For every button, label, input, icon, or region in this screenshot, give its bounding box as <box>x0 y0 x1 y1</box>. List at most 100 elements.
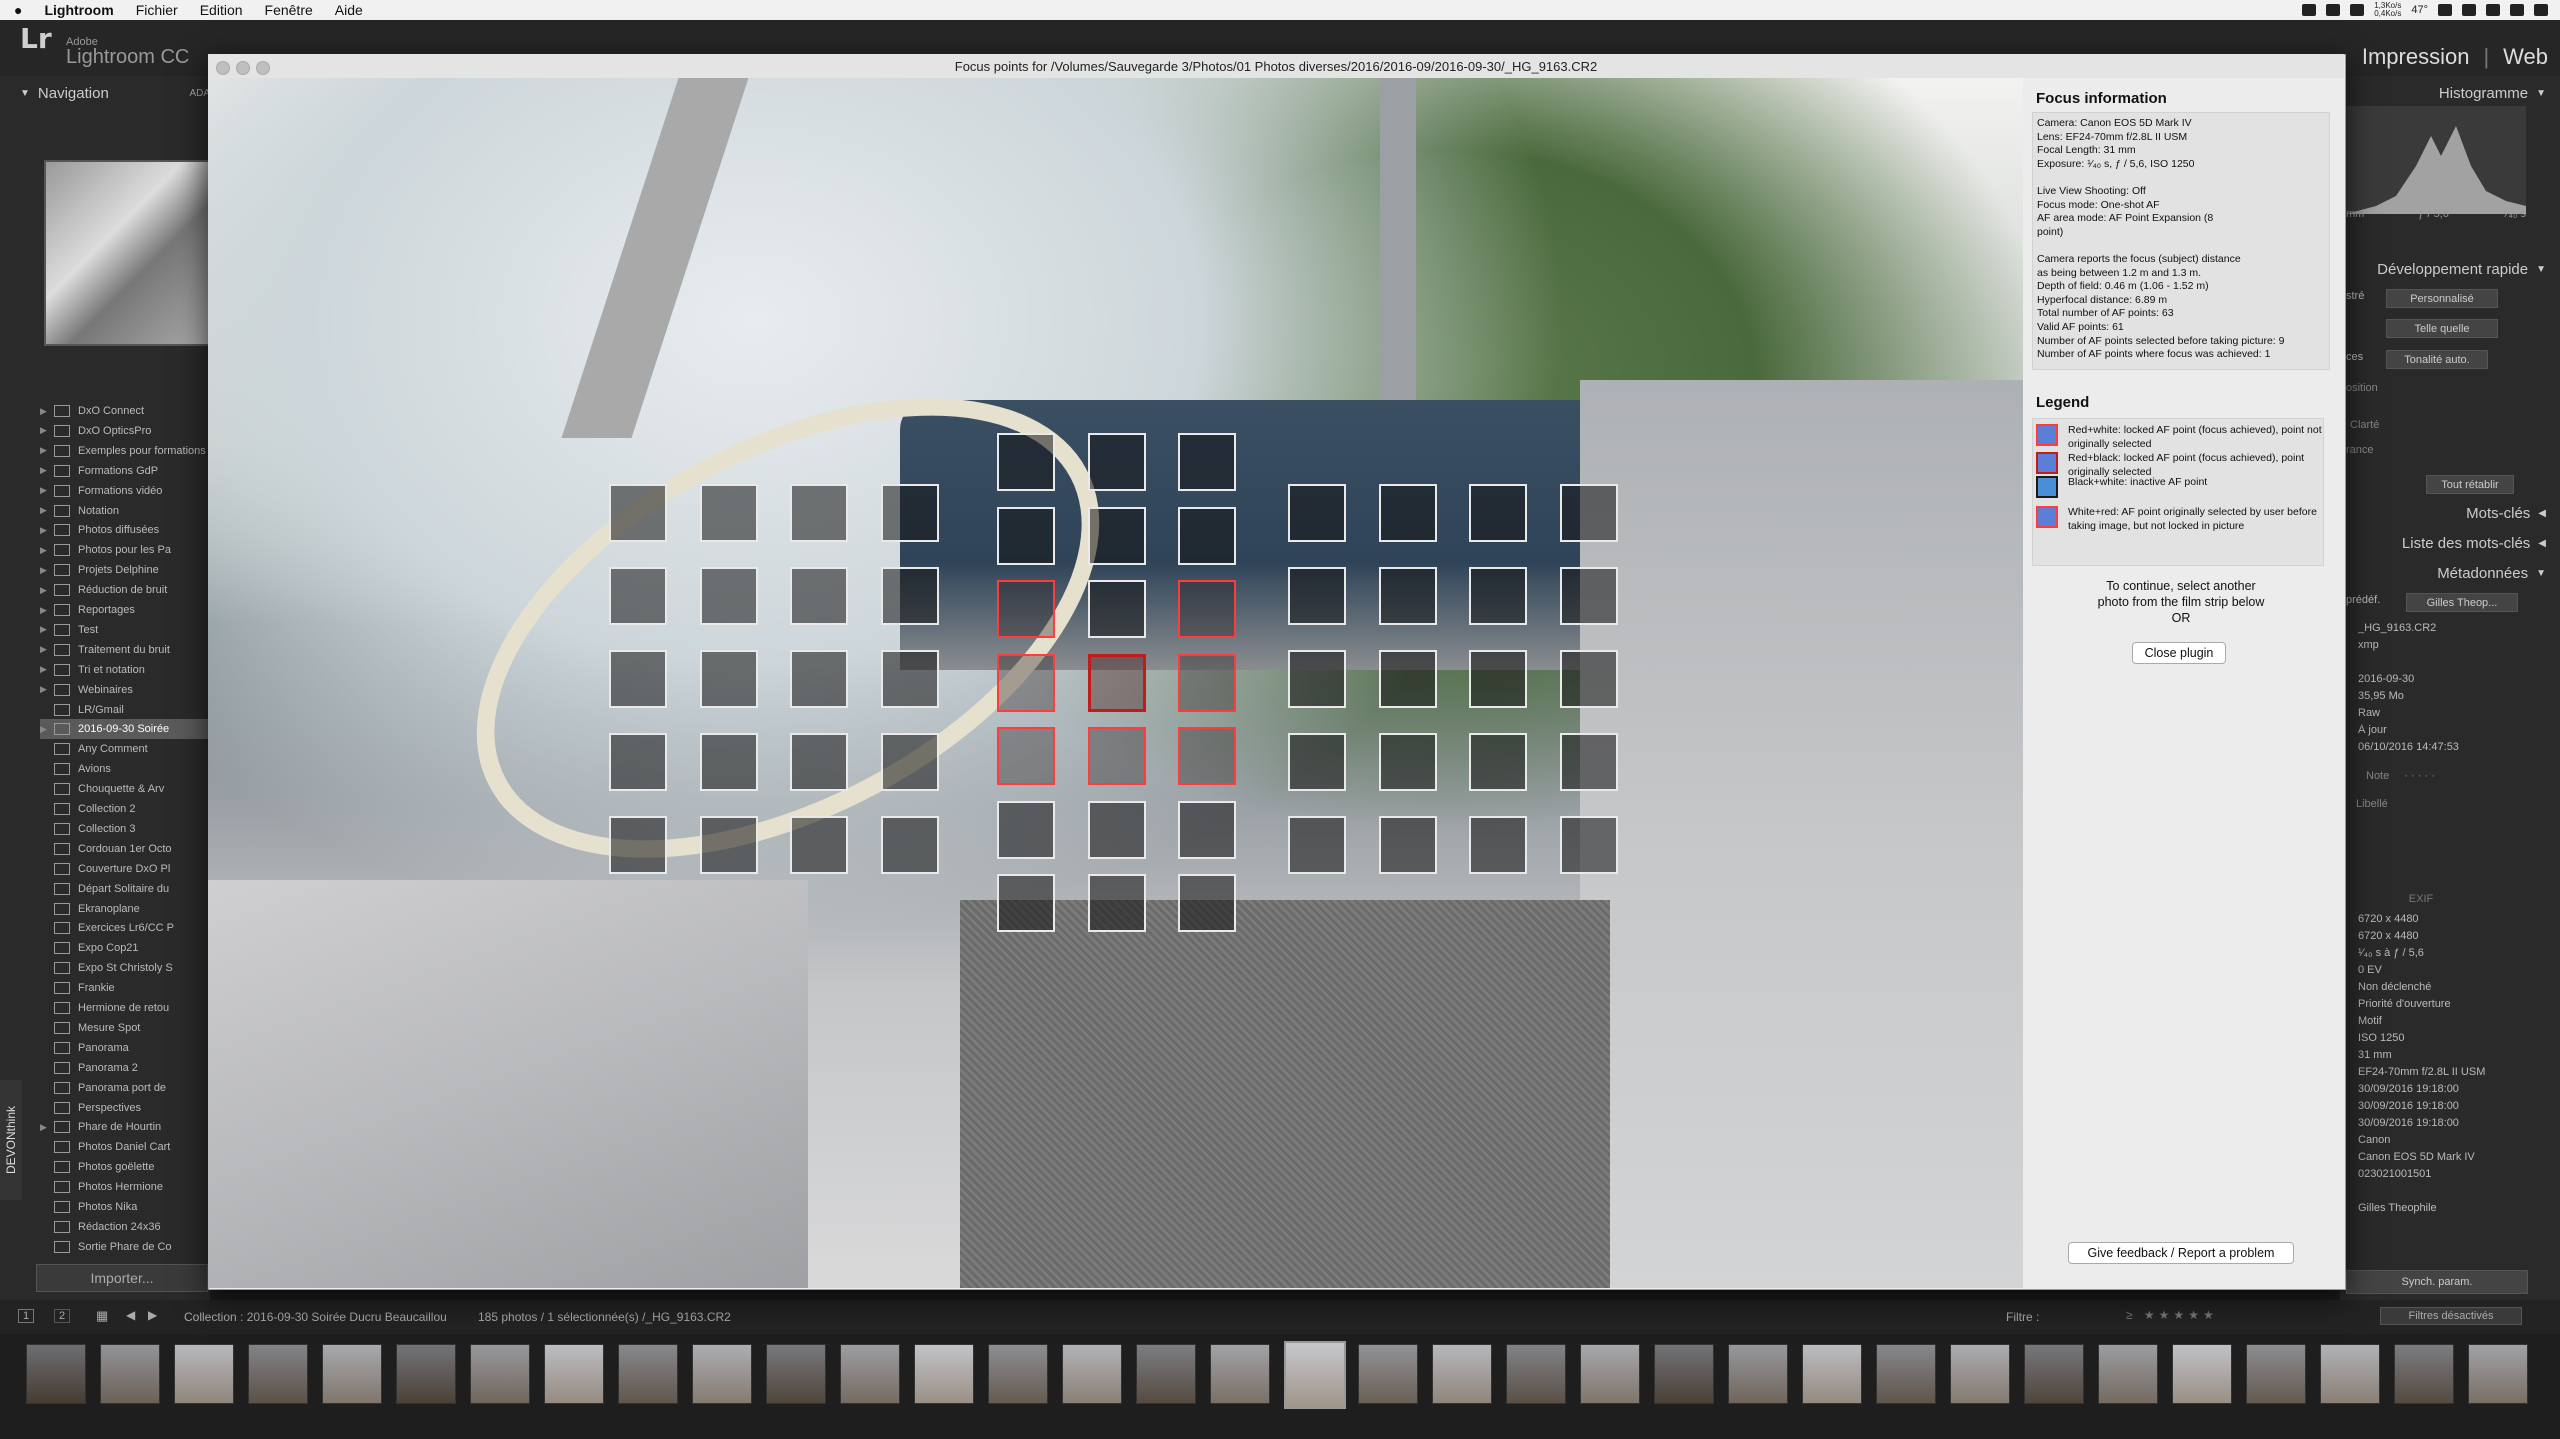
collection-item[interactable]: Mesure Spot <box>40 1018 210 1038</box>
collection-item[interactable]: Avions <box>40 759 210 779</box>
apple-icon[interactable]: ● <box>14 2 22 18</box>
collection-item[interactable]: ▶ Projets Delphine <box>40 560 210 580</box>
metadata-preset-select[interactable]: Gilles Theop... <box>2406 593 2518 612</box>
filmstrip-thumbnail[interactable] <box>100 1344 160 1404</box>
keywords-header[interactable]: Mots-clés ◀ <box>2344 502 2554 524</box>
expand-triangle-icon[interactable]: ▶ <box>40 505 54 516</box>
expand-triangle-icon[interactable]: ▶ <box>40 605 54 616</box>
keyword-list-header[interactable]: Liste des mots-clés ◀ <box>2344 532 2554 554</box>
collection-item[interactable]: Expo St Christoly S <box>40 958 210 978</box>
filmstrip-thumbnail[interactable] <box>840 1344 900 1404</box>
plugin-title-bar[interactable]: Focus points for /Volumes/Sauvegarde 3/P… <box>208 54 2344 79</box>
filmstrip-thumbnail[interactable] <box>1358 1344 1418 1404</box>
expand-triangle-icon[interactable]: ▶ <box>40 1122 54 1133</box>
collection-item[interactable]: ▶ DxO Connect <box>40 401 210 421</box>
sync-settings-button[interactable]: Synch. param. <box>2346 1270 2528 1294</box>
collection-item[interactable]: ▶ Réduction de bruit <box>40 580 210 600</box>
metadata-value[interactable] <box>2358 656 2558 673</box>
filmstrip-thumbnail[interactable] <box>2468 1344 2528 1404</box>
collection-item[interactable]: ▶ Reportages <box>40 600 210 620</box>
expand-triangle-icon[interactable]: ▶ <box>40 724 54 735</box>
collection-item[interactable]: Photos Nika <box>40 1197 210 1217</box>
navigator-header[interactable]: ▼ Navigation ADA <box>20 82 210 104</box>
wifi-icon[interactable] <box>2438 4 2452 16</box>
collection-item[interactable]: Cordouan 1er Octo <box>40 839 210 859</box>
cloud-icon[interactable] <box>2326 4 2341 16</box>
metadata-value[interactable]: 06/10/2016 14:47:53 <box>2358 741 2558 758</box>
collection-item[interactable]: Photos goëlette <box>40 1157 210 1177</box>
menu-aide[interactable]: Aide <box>335 2 363 18</box>
filmstrip-thumbnail[interactable] <box>1432 1344 1492 1404</box>
filmstrip-thumbnail[interactable] <box>2172 1344 2232 1404</box>
filmstrip-thumbnail[interactable] <box>1728 1344 1788 1404</box>
collection-item[interactable]: Panorama <box>40 1038 210 1058</box>
expand-triangle-icon[interactable]: ▶ <box>40 664 54 675</box>
collection-item[interactable]: Any Comment <box>40 739 210 759</box>
collection-item[interactable]: Photos Daniel Cart <box>40 1137 210 1157</box>
collection-item[interactable]: ▶ Photos pour les Pa <box>40 540 210 560</box>
devonthink-tab[interactable]: DEVONthink <box>0 1080 22 1200</box>
histogram-header[interactable]: Histogramme ▼ <box>2344 82 2554 104</box>
filmstrip-thumbnail[interactable] <box>26 1344 86 1404</box>
quick-develop-header[interactable]: Développement rapide ▼ <box>2344 258 2554 280</box>
collection-item[interactable]: Collection 3 <box>40 819 210 839</box>
collection-item[interactable]: ▶ Exemples pour formations <box>40 441 210 461</box>
metadata-value[interactable]: À jour <box>2358 724 2558 741</box>
collection-item[interactable]: ▶ Traitement du bruit <box>40 640 210 660</box>
expand-triangle-icon[interactable]: ▶ <box>40 406 54 417</box>
collection-item[interactable]: Frankie <box>40 978 210 998</box>
collection-item[interactable]: ▶ Notation <box>40 501 210 521</box>
filmstrip-thumbnail[interactable] <box>988 1344 1048 1404</box>
module-web[interactable]: Web <box>2503 44 2548 70</box>
collection-item[interactable]: ▶ Tri et notation <box>40 660 210 680</box>
volume-icon[interactable] <box>2462 4 2476 16</box>
collection-item[interactable]: Panorama port de <box>40 1078 210 1098</box>
close-plugin-button[interactable]: Close plugin <box>2132 642 2226 664</box>
collection-item[interactable]: Perspectives <box>40 1098 210 1118</box>
expand-triangle-icon[interactable]: ▶ <box>40 425 54 436</box>
collection-item[interactable]: Départ Solitaire du <box>40 879 210 899</box>
white-balance-select[interactable]: Telle quelle <box>2386 319 2498 338</box>
collapse-triangle-icon[interactable]: ▼ <box>20 88 30 99</box>
monitor-icon[interactable] <box>2350 4 2365 16</box>
filmstrip-thumbnail[interactable] <box>1210 1344 1270 1404</box>
expand-triangle-icon[interactable]: ▶ <box>40 465 54 476</box>
preset-select[interactable]: Personnalisé <box>2386 289 2498 308</box>
metadata-value[interactable]: 2016-09-30 <box>2358 673 2558 690</box>
filmstrip-thumbnail[interactable] <box>470 1344 530 1404</box>
filmstrip-thumbnail[interactable] <box>1284 1341 1346 1409</box>
feedback-button[interactable]: Give feedback / Report a problem <box>2068 1242 2294 1264</box>
collection-item[interactable]: ▶ Photos diffusées <box>40 520 210 540</box>
expand-triangle-icon[interactable]: ▶ <box>40 684 54 695</box>
filmstrip-thumbnail[interactable] <box>1654 1344 1714 1404</box>
filmstrip-thumbnail[interactable] <box>1950 1344 2010 1404</box>
navigator-zoom[interactable]: ADA <box>189 88 210 99</box>
metadata-value[interactable]: Raw <box>2358 707 2558 724</box>
filmstrip-thumbnail[interactable] <box>396 1344 456 1404</box>
menu-fichier[interactable]: Fichier <box>136 2 178 18</box>
search-icon[interactable] <box>2510 4 2524 16</box>
collapse-icon[interactable]: ▼ <box>2536 568 2546 579</box>
screen-1-button[interactable]: 1 <box>18 1309 35 1323</box>
filmstrip-thumbnail[interactable] <box>766 1344 826 1404</box>
collection-item[interactable]: Ekranoplane <box>40 899 210 919</box>
zoom-window-icon[interactable] <box>256 61 270 75</box>
expand-triangle-icon[interactable]: ▶ <box>40 565 54 576</box>
expand-triangle-icon[interactable]: ▶ <box>40 624 54 635</box>
metadata-value[interactable]: _HG_9163.CR2 <box>2358 622 2558 639</box>
collection-item[interactable]: ▶ 2016-09-30 Soirée <box>40 719 210 740</box>
minimize-window-icon[interactable] <box>236 61 250 75</box>
menu-app-name[interactable]: Lightroom <box>44 2 113 18</box>
filmstrip-thumbnail[interactable] <box>1876 1344 1936 1404</box>
filmstrip-thumbnail[interactable] <box>248 1344 308 1404</box>
notification-icon[interactable] <box>2534 4 2548 16</box>
collection-item[interactable]: ▶ Formations GdP <box>40 461 210 481</box>
collection-item[interactable]: Chouquette & Arv <box>40 779 210 799</box>
collection-item[interactable]: ▶ Test <box>40 620 210 640</box>
collection-item[interactable]: ▶ DxO OpticsPro <box>40 421 210 441</box>
grid-icon[interactable]: ▦ <box>96 1308 108 1324</box>
collapse-icon[interactable]: ◀ <box>2538 508 2546 519</box>
collection-item[interactable]: Collection 2 <box>40 799 210 819</box>
collection-item[interactable]: ▶ Webinaires <box>40 680 210 700</box>
rating-stars[interactable]: · · · · · <box>2392 770 2435 782</box>
